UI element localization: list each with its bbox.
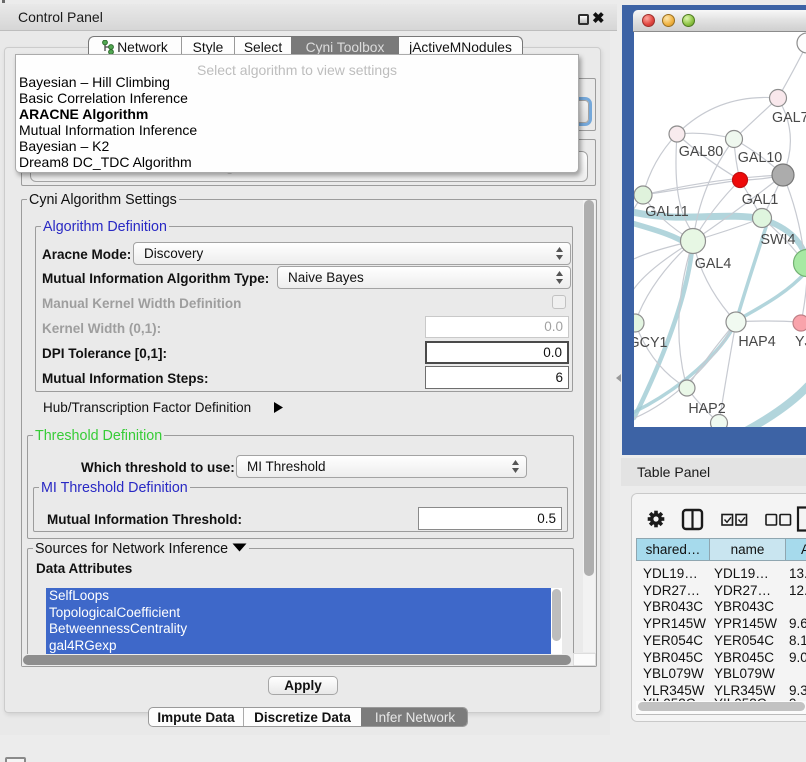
svg-text:GAL4: GAL4 [695, 256, 732, 272]
svg-text:YJL219W: YJL219W [795, 334, 806, 350]
svg-text:HAP4: HAP4 [738, 334, 775, 350]
svg-text:GAL11: GAL11 [645, 204, 688, 220]
svg-text:GAL7: GAL7 [772, 110, 806, 126]
svg-text:GAL1: GAL1 [742, 192, 779, 208]
svg-text:GAL80: GAL80 [679, 144, 724, 160]
svg-text:HAP2: HAP2 [688, 401, 725, 417]
svg-text:GCY1: GCY1 [634, 335, 668, 351]
svg-text:GAL10: GAL10 [738, 150, 783, 166]
svg-text:SWI4: SWI4 [761, 232, 796, 248]
